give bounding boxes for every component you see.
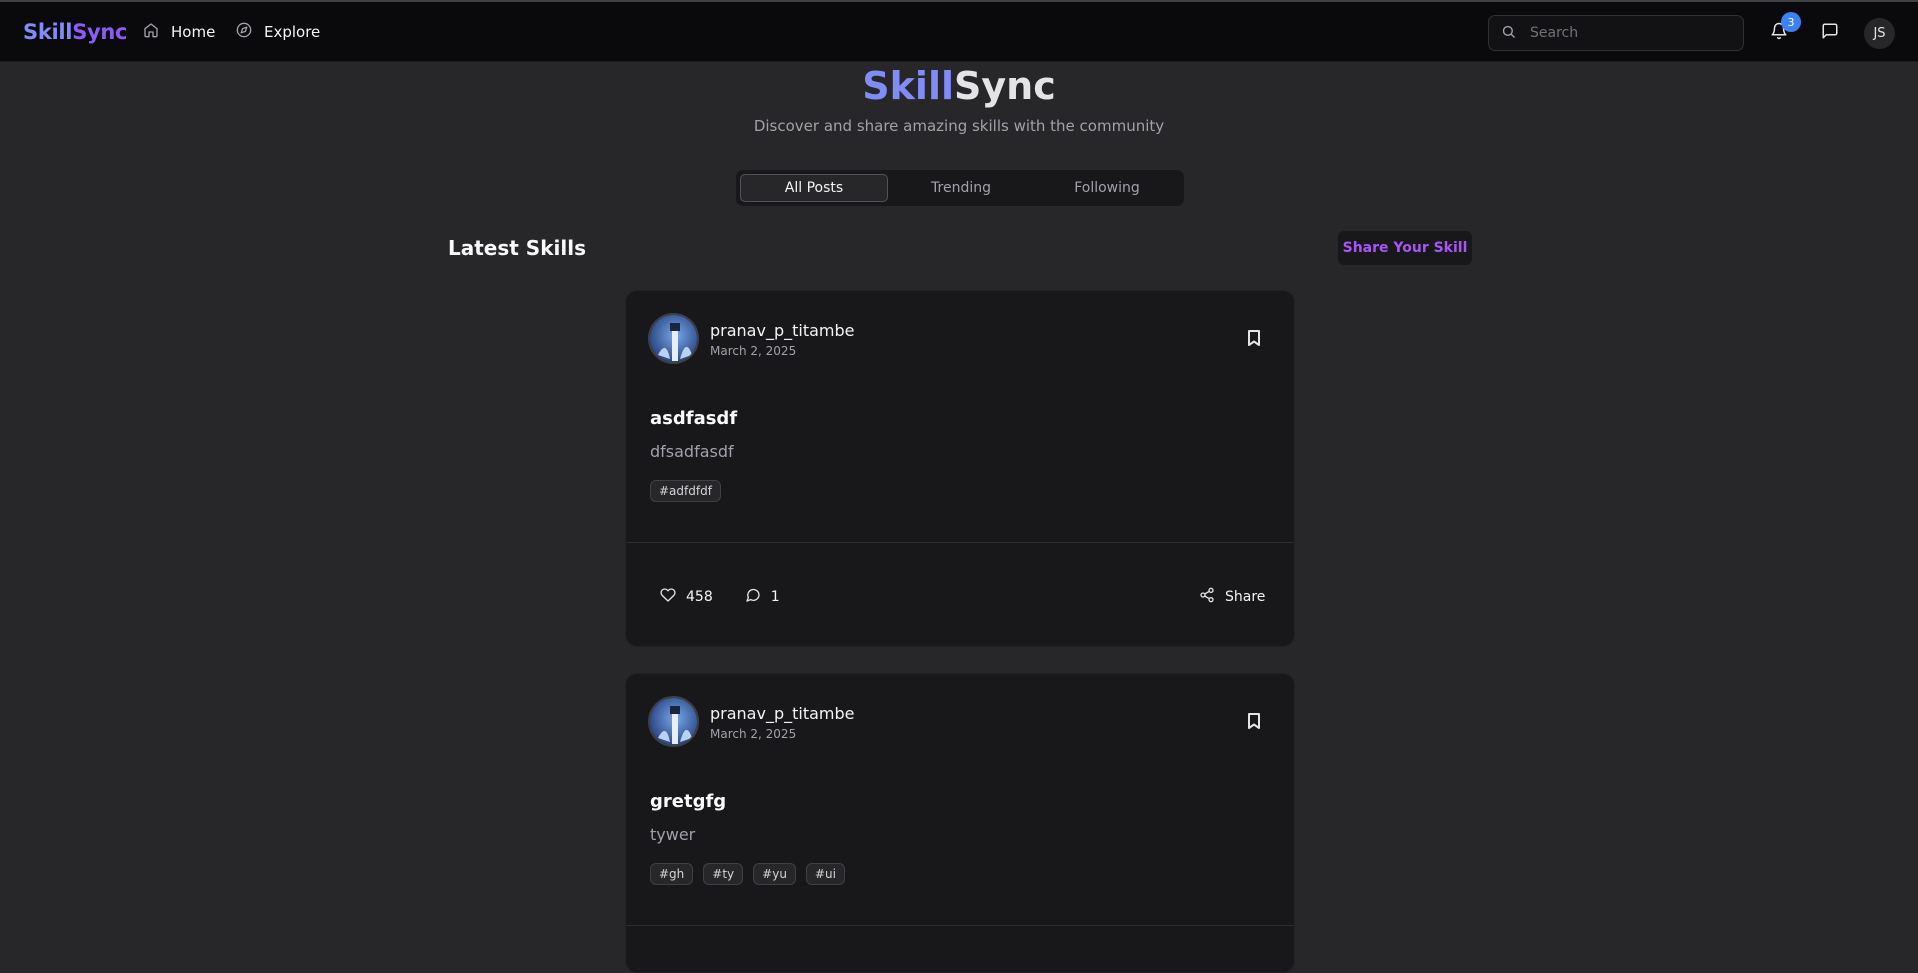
bookmark-button[interactable] — [1246, 712, 1262, 730]
author-name[interactable]: pranav_p_titambe — [710, 704, 855, 723]
hero-title: SkillSync — [862, 64, 1056, 108]
section-title: Latest Skills — [448, 236, 586, 260]
tab-all-posts[interactable]: All Posts — [740, 174, 888, 202]
feed-tabs: All Posts Trending Following — [736, 170, 1184, 206]
search-input[interactable] — [1530, 25, 1730, 41]
nav-home-label: Home — [171, 23, 216, 41]
post-body: tywer — [650, 825, 696, 844]
nav-explore-label: Explore — [264, 23, 321, 41]
author-avatar[interactable] — [648, 696, 699, 747]
author-name[interactable]: pranav_p_titambe — [710, 321, 855, 340]
comment-icon — [745, 587, 761, 607]
bookmark-button[interactable] — [1246, 329, 1262, 347]
heart-icon — [660, 587, 676, 607]
messages-button[interactable] — [1821, 22, 1841, 42]
user-avatar[interactable]: JS — [1864, 18, 1895, 49]
comment-button[interactable]: 1 — [745, 587, 780, 607]
tab-following[interactable]: Following — [1034, 174, 1180, 202]
card-divider — [626, 925, 1294, 926]
notification-badge: 3 — [1781, 12, 1801, 32]
post-date: March 2, 2025 — [710, 344, 797, 358]
post-tags: #adfdfdf — [650, 480, 721, 502]
post-actions: 458 1 — [660, 587, 780, 607]
post-tags: #gh #ty #yu #ui — [650, 863, 845, 885]
author-avatar[interactable] — [648, 313, 699, 364]
post-title: asdfasdf — [650, 408, 738, 429]
search-icon — [1501, 24, 1516, 43]
tag-chip[interactable]: #ty — [703, 863, 744, 885]
brand-logo[interactable]: SkillSync — [23, 20, 128, 44]
home-icon — [143, 22, 159, 42]
bookmark-icon — [1246, 713, 1262, 734]
comment-count: 1 — [770, 589, 780, 605]
search-box — [1488, 15, 1744, 51]
hero-subtitle: Discover and share amazing skills with t… — [753, 117, 1165, 135]
card-divider — [626, 542, 1294, 543]
post-card: pranav_p_titambe March 2, 2025 gretgfg t… — [625, 673, 1295, 973]
tag-chip[interactable]: #gh — [650, 863, 694, 885]
nav-explore[interactable]: Explore — [236, 22, 320, 42]
like-count: 458 — [686, 589, 713, 605]
post-title: gretgfg — [650, 791, 727, 812]
tag-chip[interactable]: #ui — [805, 863, 845, 885]
message-square-icon — [1821, 23, 1839, 44]
tag-chip[interactable]: #adfdfdf — [650, 480, 721, 502]
tab-trending[interactable]: Trending — [888, 174, 1034, 202]
share-your-skill-button[interactable]: Share Your Skill — [1337, 230, 1473, 266]
nav-home[interactable]: Home — [143, 22, 215, 42]
like-button[interactable]: 458 — [660, 587, 713, 607]
share-button[interactable]: Share — [1199, 587, 1265, 607]
top-navbar: SkillSync Home Explore 3 JS — [0, 0, 1918, 62]
share-icon — [1199, 587, 1215, 607]
post-card: pranav_p_titambe March 2, 2025 asdfasdf … — [625, 290, 1295, 647]
post-date: March 2, 2025 — [710, 727, 797, 741]
tag-chip[interactable]: #yu — [753, 863, 796, 885]
post-body: dfsadfasdf — [650, 442, 734, 461]
share-label: Share — [1225, 589, 1266, 605]
compass-icon — [236, 22, 252, 42]
bookmark-icon — [1246, 330, 1262, 351]
